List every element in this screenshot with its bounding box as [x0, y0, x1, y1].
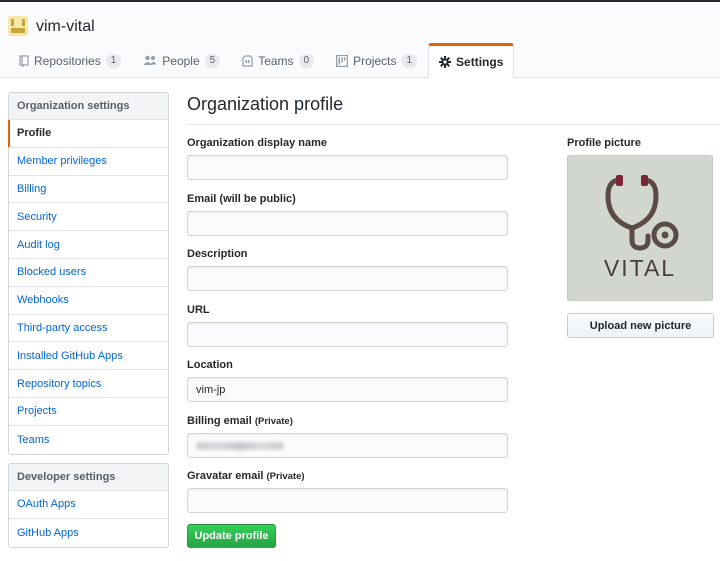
org-settings-heading: Organization settings [9, 93, 168, 120]
tab-label: People [162, 53, 200, 68]
org-name-link[interactable]: vim-vital [36, 18, 95, 36]
tab-people[interactable]: People 5 [132, 43, 231, 77]
org-tabs: Repositories 1 People 5 Teams 0 Projects… [8, 43, 515, 78]
profile-picture-label: Profile picture [567, 137, 641, 149]
gear-icon [439, 56, 452, 68]
sidebar-item-installed-github-apps[interactable]: Installed GitHub Apps [9, 342, 168, 371]
gravatar-email-private-note: (Private) [266, 471, 305, 482]
sidebar-item-billing[interactable]: Billing [9, 176, 168, 204]
upload-picture-button[interactable]: Upload new picture [567, 313, 714, 338]
tab-repositories[interactable]: Repositories 1 [8, 43, 132, 77]
description-label: Description [187, 248, 248, 260]
developer-settings-heading: Developer settings [9, 464, 168, 491]
sidebar-item-github-apps[interactable]: GitHub Apps [9, 519, 168, 547]
tab-label: Teams [258, 53, 294, 68]
tab-label: Settings [456, 55, 504, 69]
repo-icon [19, 54, 29, 67]
sidebar-item-audit-log[interactable]: Audit log [9, 231, 168, 259]
sidebar-item-oauth-apps[interactable]: OAuth Apps [9, 491, 168, 519]
sidebar-item-profile[interactable]: Profile [8, 120, 168, 148]
tab-label: Projects [353, 53, 397, 68]
display-name-label: Organization display name [187, 137, 327, 149]
sidebar-item-projects[interactable]: Projects [9, 398, 168, 426]
profile-picture-logo-text: VITAL [603, 255, 677, 281]
description-field[interactable] [187, 266, 508, 291]
title-divider [187, 124, 720, 125]
profile-picture: VITAL [567, 155, 713, 301]
gravatar-email-label-text: Gravatar email [187, 470, 264, 482]
tab-label: Repositories [34, 53, 101, 68]
billing-email-label-text: Billing email [187, 415, 252, 427]
tab-counter: 1 [105, 53, 122, 68]
location-field[interactable] [187, 377, 508, 402]
jersey-icon [242, 54, 253, 67]
billing-email-private-note: (Private) [254, 416, 293, 427]
billing-email-label: Billing email (Private) [187, 415, 293, 427]
tab-projects[interactable]: Projects 1 [325, 43, 428, 77]
tab-teams[interactable]: Teams 0 [231, 43, 325, 77]
email-field[interactable] [187, 211, 508, 236]
org-avatar-icon[interactable] [8, 16, 28, 36]
org-settings-menu: Organization settings Profile Member pri… [8, 92, 169, 455]
gravatar-email-field[interactable] [187, 488, 508, 513]
sidebar-item-blocked-users[interactable]: Blocked users [9, 259, 168, 287]
people-icon [143, 55, 157, 66]
billing-email-field[interactable] [187, 433, 508, 458]
update-profile-button[interactable]: Update profile [187, 524, 276, 548]
sidebar-item-third-party-access[interactable]: Third-party access [9, 315, 168, 343]
tab-settings[interactable]: Settings [428, 43, 515, 78]
developer-settings-menu: Developer settings OAuth Apps GitHub App… [8, 463, 169, 548]
page-title: Organization profile [187, 94, 344, 114]
email-label: Email (will be public) [187, 193, 296, 205]
redacted-email-blur [196, 442, 284, 450]
url-field[interactable] [187, 322, 508, 347]
location-label: Location [187, 359, 233, 371]
sidebar-item-repository-topics[interactable]: Repository topics [9, 370, 168, 398]
sidebar-item-webhooks[interactable]: Webhooks [9, 287, 168, 315]
url-label: URL [187, 304, 210, 316]
sidebar-item-security[interactable]: Security [9, 203, 168, 232]
tab-counter: 5 [204, 53, 221, 68]
sidebar-item-member-privileges[interactable]: Member privileges [9, 148, 168, 176]
gravatar-email-label: Gravatar email (Private) [187, 470, 305, 482]
tab-counter: 0 [298, 53, 315, 68]
display-name-field[interactable] [187, 155, 508, 180]
sidebar-item-teams[interactable]: Teams [9, 426, 168, 454]
tab-counter: 1 [401, 53, 418, 68]
project-icon [336, 54, 349, 67]
